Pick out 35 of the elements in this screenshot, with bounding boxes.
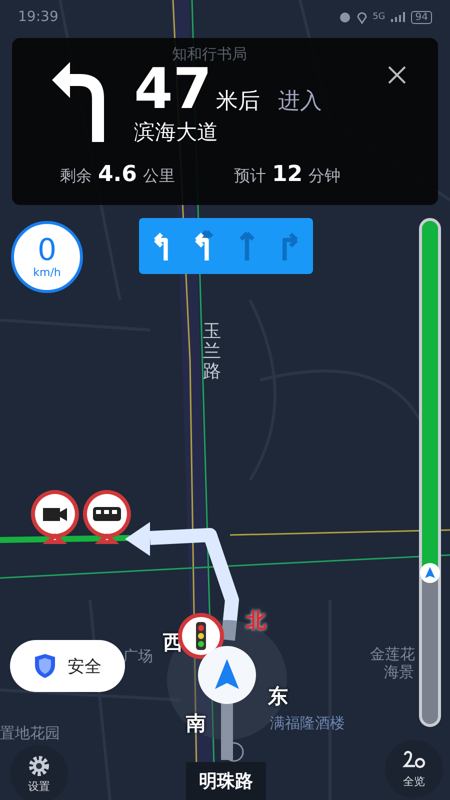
speed-value: 0 <box>37 236 57 266</box>
network-label: 5G <box>372 12 386 22</box>
settings-icon <box>28 754 50 776</box>
map-label: 满福隆酒楼 <box>270 714 345 733</box>
status-time: 19:39 <box>18 9 58 25</box>
camera-sign-icon <box>30 490 80 544</box>
current-road-name: 明珠路 <box>186 762 266 800</box>
compass-label: 北 <box>246 610 266 630</box>
signal-icon <box>391 12 406 22</box>
compass-label: 东 <box>268 686 288 706</box>
remaining-unit: 公里 <box>142 166 175 187</box>
next-road-name: 滨海大道 <box>134 119 219 146</box>
distance-unit: 米后 <box>216 88 260 116</box>
action-text: 进入 <box>278 88 322 116</box>
close-icon <box>388 66 406 84</box>
map-label: 玉兰路 <box>203 322 221 382</box>
close-button[interactable] <box>386 64 408 86</box>
map-label: 金莲花 <box>370 645 415 664</box>
remaining-distance: 4.6 <box>98 162 137 187</box>
map-label: 置地花园 <box>0 724 60 743</box>
speed-unit: km/h <box>33 266 61 278</box>
location-icon <box>356 10 367 24</box>
eta-value: 12 <box>272 162 303 187</box>
map-label: 海景 <box>384 663 414 682</box>
shield-icon <box>34 653 56 679</box>
battery-level: 94 <box>411 10 432 24</box>
eta-label: 预计 <box>234 166 266 187</box>
bus-sign-icon <box>82 490 132 544</box>
turn-left-arrow-icon <box>50 62 106 142</box>
car-position-icon <box>419 562 441 584</box>
map-label: 广场 <box>123 647 153 666</box>
eta-unit: 分钟 <box>308 166 341 187</box>
remaining-label: 剩余 <box>60 166 92 187</box>
compass-label: 南 <box>186 713 206 733</box>
safety-button[interactable]: 安全 <box>10 640 125 692</box>
